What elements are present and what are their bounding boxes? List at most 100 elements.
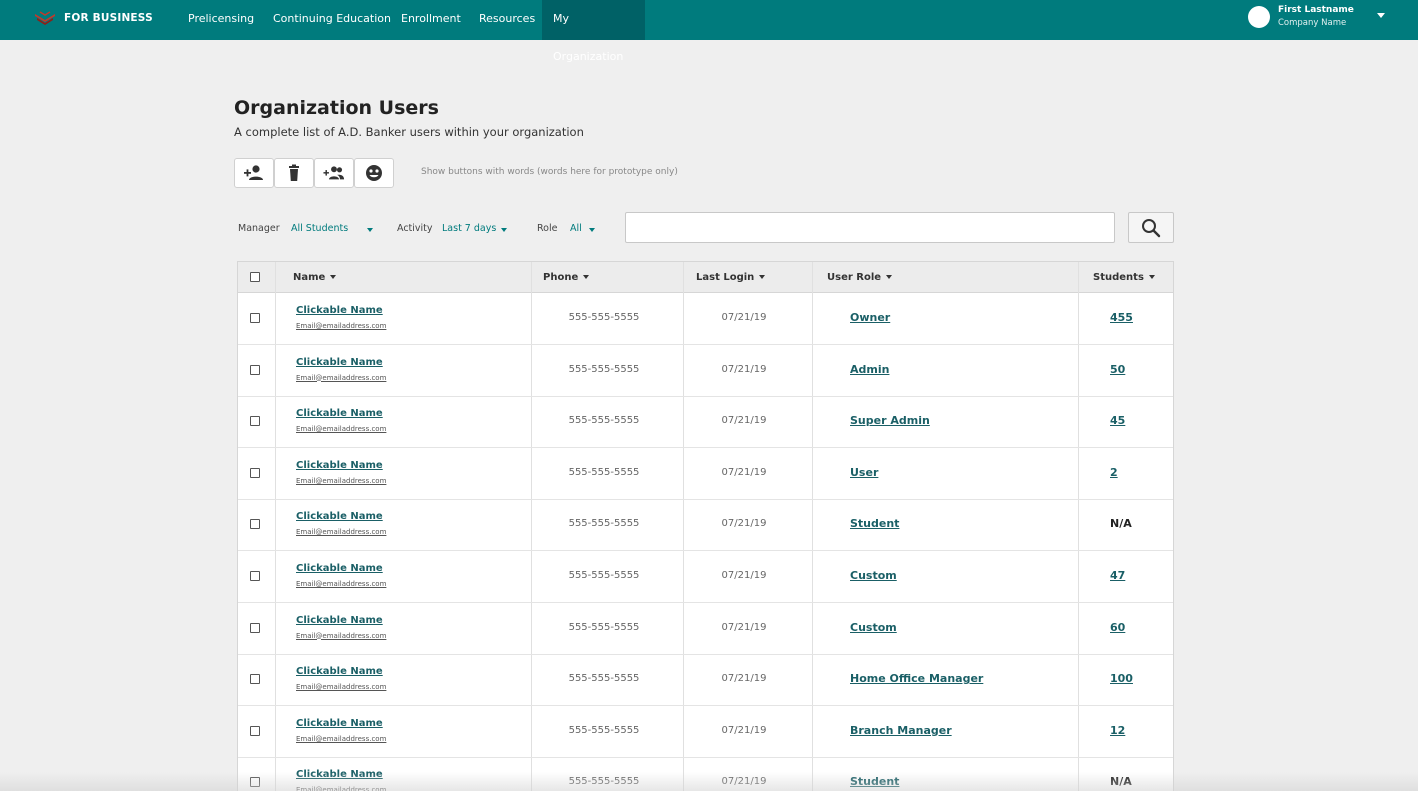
role-filter-select[interactable]: All xyxy=(570,223,582,234)
user-name-link[interactable]: Clickable Name xyxy=(296,408,383,419)
nav-item-enrollment[interactable]: Enrollment xyxy=(390,0,472,40)
students-count-link[interactable]: 455 xyxy=(1110,311,1133,324)
students-count-link[interactable]: 47 xyxy=(1110,569,1125,582)
users-table: Name Phone Last Login User Role Students… xyxy=(237,261,1174,791)
user-name-link[interactable]: Clickable Name xyxy=(296,460,383,471)
user-last-login: 07/21/19 xyxy=(721,570,767,581)
table-row[interactable]: Clickable Name Email@emailaddress.com 555-… xyxy=(238,706,1173,758)
user-last-login: 07/21/19 xyxy=(721,673,767,685)
delete-button[interactable] xyxy=(274,158,314,188)
brand-label[interactable]: FOR BUSINESS xyxy=(64,12,153,24)
students-count-link[interactable]: 2 xyxy=(1110,466,1118,479)
chevron-down-icon[interactable] xyxy=(367,228,373,232)
user-email-link[interactable]: Email@emailaddress.com xyxy=(296,322,386,330)
user-name-link[interactable]: Clickable Name xyxy=(296,511,383,522)
row-checkbox[interactable] xyxy=(250,519,260,530)
user-email-link[interactable]: Email@emailaddress.com xyxy=(296,528,386,536)
user-role-link[interactable]: User xyxy=(850,466,878,479)
user-phone: 555-555-5555 xyxy=(568,363,640,375)
add-user-button[interactable] xyxy=(234,158,274,188)
user-role-link[interactable]: Admin xyxy=(850,363,889,376)
avatar[interactable] xyxy=(1248,6,1270,28)
user-role-link[interactable]: Custom xyxy=(850,621,897,634)
students-count-link[interactable]: 100 xyxy=(1110,672,1133,685)
user-role-link[interactable]: Owner xyxy=(850,311,890,324)
students-count-link[interactable]: 50 xyxy=(1110,363,1125,376)
activity-filter-select[interactable]: Last 7 days xyxy=(442,223,496,234)
user-role-link[interactable]: Super Admin xyxy=(850,414,930,427)
sort-caret-icon xyxy=(583,275,590,279)
user-phone: 555-555-5555 xyxy=(568,673,640,685)
nav-item-resources[interactable]: Resources xyxy=(468,0,546,40)
table-row[interactable]: Clickable Name Email@emailaddress.com 555-… xyxy=(238,654,1173,707)
user-email-link[interactable]: Email@emailaddress.com xyxy=(296,477,386,485)
sort-caret-icon xyxy=(886,275,893,279)
row-checkbox[interactable] xyxy=(250,571,260,581)
user-name-link[interactable]: Clickable Name xyxy=(296,563,383,574)
user-email-link[interactable]: Email@emailaddress.com xyxy=(296,580,386,588)
role-filter-label: Role xyxy=(537,223,558,234)
nav-item-my-organization[interactable]: My Organization xyxy=(542,0,645,63)
page-subtitle: A complete list of A.D. Banker users wit… xyxy=(234,125,584,139)
row-checkbox[interactable] xyxy=(250,416,260,427)
nav-item-continuing-education[interactable]: Continuing Education xyxy=(262,0,402,40)
table-row[interactable]: Clickable Name Email@emailaddress.com 555-… xyxy=(238,551,1173,603)
add-group-icon xyxy=(323,166,345,180)
logo-icon[interactable] xyxy=(34,11,56,27)
chevron-down-icon[interactable] xyxy=(501,228,507,232)
user-role-link[interactable]: Custom xyxy=(850,569,897,582)
students-count-link[interactable]: 45 xyxy=(1110,414,1125,427)
table-row[interactable]: Clickable Name Email@emailaddress.com 555-… xyxy=(238,345,1173,397)
user-name-link[interactable]: Clickable Name xyxy=(296,615,383,626)
table-row[interactable]: Clickable Name Email@emailaddress.com 555-… xyxy=(238,603,1173,655)
actions-hint: Show buttons with words (words here for … xyxy=(421,167,678,177)
user-role-link[interactable]: Student xyxy=(850,517,899,530)
chevron-down-icon[interactable] xyxy=(589,228,595,232)
search-button[interactable] xyxy=(1128,212,1174,243)
row-checkbox[interactable] xyxy=(250,467,260,478)
user-phone: 555-555-5555 xyxy=(568,466,640,478)
table-row[interactable]: Clickable Name Email@emailaddress.com 555-… xyxy=(238,448,1173,500)
user-email-link[interactable]: Email@emailaddress.com xyxy=(296,425,386,433)
globe-icon xyxy=(366,165,382,181)
user-role-link[interactable]: Home Office Manager xyxy=(850,672,983,685)
add-group-button[interactable] xyxy=(314,158,354,188)
sort-caret-icon xyxy=(1148,275,1155,279)
user-email-link[interactable]: Email@emailaddress.com xyxy=(296,735,386,743)
column-header-phone[interactable]: Phone xyxy=(543,262,590,293)
table-row[interactable]: Clickable Name Email@emailaddress.com 555-… xyxy=(238,499,1173,552)
column-header-last-login[interactable]: Last Login xyxy=(696,262,766,293)
user-name-link[interactable]: Clickable Name xyxy=(296,666,383,677)
table-row[interactable]: Clickable Name Email@emailaddress.com 555-… xyxy=(238,396,1173,449)
user-name-link[interactable]: Clickable Name xyxy=(296,305,383,316)
column-header-user-role[interactable]: User Role xyxy=(827,262,893,293)
row-checkbox[interactable] xyxy=(250,674,260,685)
table-row[interactable]: Clickable Name Email@emailaddress.com 555-… xyxy=(238,293,1173,345)
user-email-link[interactable]: Email@emailaddress.com xyxy=(296,683,386,691)
user-role-link[interactable]: Branch Manager xyxy=(850,724,952,737)
globe-button[interactable] xyxy=(354,158,394,188)
user-last-login: 07/21/19 xyxy=(721,363,767,375)
user-name-link[interactable]: Clickable Name xyxy=(296,718,383,729)
students-count-link[interactable]: 12 xyxy=(1110,724,1125,737)
user-last-login: 07/21/19 xyxy=(721,724,767,736)
manager-filter-label: Manager xyxy=(238,223,280,234)
row-checkbox[interactable] xyxy=(250,622,260,633)
students-count-link[interactable]: 60 xyxy=(1110,621,1125,634)
column-header-students[interactable]: Students xyxy=(1093,262,1155,293)
row-checkbox[interactable] xyxy=(250,313,260,323)
page-title: Organization Users xyxy=(234,97,439,119)
user-name-link[interactable]: Clickable Name xyxy=(296,357,383,368)
nav-item-prelicensing[interactable]: Prelicensing xyxy=(177,0,265,40)
user-email-link[interactable]: Email@emailaddress.com xyxy=(296,374,386,382)
row-checkbox[interactable] xyxy=(250,364,260,375)
user-name[interactable]: First Lastname xyxy=(1278,5,1354,15)
row-checkbox[interactable] xyxy=(250,725,260,736)
chevron-down-icon[interactable] xyxy=(1377,13,1385,18)
manager-filter-select[interactable]: All Students xyxy=(291,223,348,234)
sort-caret-icon xyxy=(759,275,766,279)
column-header-name[interactable]: Name xyxy=(293,262,337,293)
user-email-link[interactable]: Email@emailaddress.com xyxy=(296,632,386,640)
select-all-checkbox[interactable] xyxy=(250,272,260,282)
search-input[interactable] xyxy=(625,212,1115,243)
